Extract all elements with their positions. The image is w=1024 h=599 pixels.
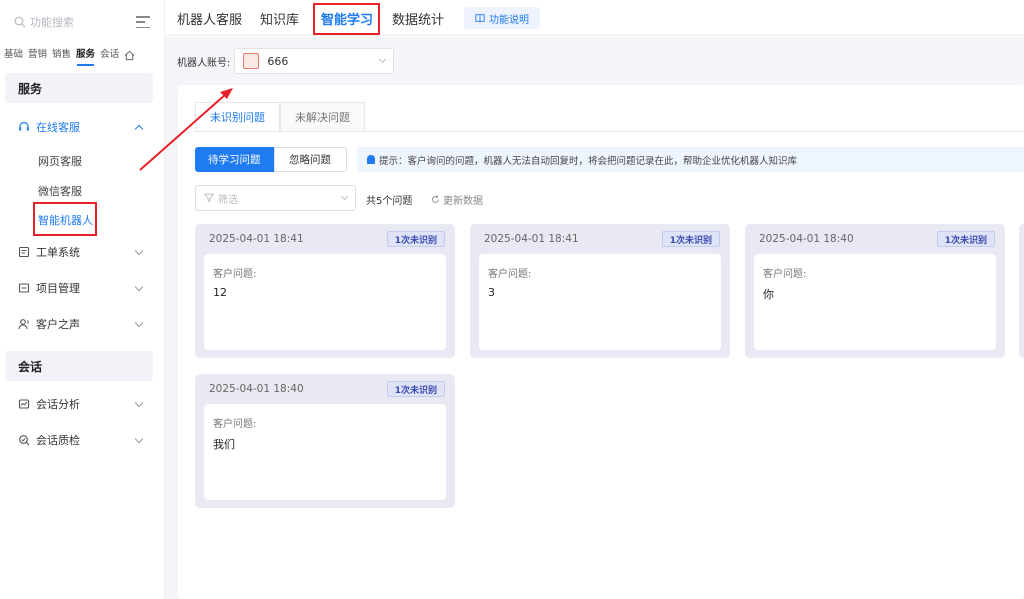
card-question-text: 我们 <box>213 438 235 451</box>
quality-check-icon <box>19 435 30 446</box>
book-icon <box>475 14 485 23</box>
question-card[interactable]: 2025-04-01 18:40 1次未识别 客户问题: 你 <box>745 224 1005 358</box>
function-search[interactable]: 功能搜索 <box>14 12 150 32</box>
unrecognized-count-badge: 1次未识别 <box>386 381 445 397</box>
session-analysis-label: 会话分析 <box>36 398 80 411</box>
card-timestamp: 2025-04-01 18:40 <box>209 383 304 395</box>
question-card[interactable]: 2025-04-01 18:40 1次未识别 客户问题: 我们 <box>195 374 455 508</box>
sidebar-item-web-service[interactable]: 网页客服 <box>38 153 82 169</box>
category-tab-basic[interactable]: 基础 <box>4 46 23 64</box>
card-question-text: 12 <box>213 286 227 299</box>
card-timestamp: 2025-04-01 18:40 <box>759 233 854 245</box>
chevron-down-icon <box>340 192 349 201</box>
robot-account-select[interactable]: 666 <box>234 48 395 74</box>
chevron-down-icon <box>134 318 144 327</box>
chevron-down-icon <box>134 398 144 407</box>
sidebar-item-session-analysis[interactable]: 会话分析 <box>18 394 148 414</box>
card-question-label: 客户问题: <box>213 269 257 280</box>
question-tabs: 未识别问题 未解决问题 <box>195 102 365 132</box>
function-description-label: 功能说明 <box>489 14 529 26</box>
category-tab-session[interactable]: 会话 <box>100 46 119 64</box>
question-card[interactable]: 2025-04-01 18:41 1次未识别 客户问题: 12 <box>195 224 455 358</box>
tab-unrecognized-questions[interactable]: 未识别问题 <box>195 102 280 132</box>
search-icon <box>14 16 26 28</box>
chevron-down-icon <box>134 282 144 291</box>
ticket-icon <box>18 246 30 258</box>
chevron-down-icon <box>134 246 144 255</box>
tip-banner: 提示：客户询问的问题，机器人无法自动回复时，将会把问题记录在此，帮助企业优化机器… <box>357 147 1024 172</box>
question-count: 共5个问题 <box>366 196 413 207</box>
card-question-label: 客户问题: <box>213 419 257 430</box>
customer-voice-label: 客户之声 <box>36 318 80 331</box>
tab-data-statistics[interactable]: 数据统计 <box>392 9 444 28</box>
analysis-icon <box>18 399 30 409</box>
sidebar-item-online-service[interactable]: 在线客服 <box>18 117 148 137</box>
tip-text: 提示：客户询问的问题，机器人无法自动回复时，将会把问题记录在此，帮助企业优化机器… <box>379 155 798 167</box>
annotation-box-smart-learning <box>313 3 380 35</box>
headset-icon <box>19 121 29 131</box>
filter-select[interactable]: 筛选 <box>195 185 356 211</box>
category-tab-sales[interactable]: 销售 <box>52 46 71 64</box>
unrecognized-count-badge: 1次未识别 <box>661 231 720 247</box>
question-card-partial <box>1019 224 1024 358</box>
session-group-header: 会话 <box>5 351 153 381</box>
card-question-text: 你 <box>763 288 774 301</box>
robot-avatar-icon <box>243 53 260 69</box>
card-timestamp: 2025-04-01 18:41 <box>484 233 579 245</box>
refresh-data-button[interactable]: 更新数据 <box>431 192 483 207</box>
card-body: 客户问题: 你 <box>754 254 996 350</box>
search-placeholder: 功能搜索 <box>30 16 74 29</box>
category-tabs: 基础 营销 销售 服务 会话 <box>4 46 135 66</box>
card-body: 客户问题: 我们 <box>204 404 446 500</box>
project-management-label: 项目管理 <box>36 282 80 295</box>
robot-account-value: 666 <box>267 54 289 68</box>
card-question-text: 3 <box>488 286 495 299</box>
status-segment: 待学习问题 忽略问题 <box>195 147 347 172</box>
sidebar-item-customer-voice[interactable]: 客户之声 <box>18 314 148 334</box>
annotation-box-smart-robot <box>33 202 97 236</box>
card-body: 客户问题: 3 <box>479 254 721 350</box>
sidebar-item-ticket-system[interactable]: 工单系统 <box>18 242 148 262</box>
unrecognized-count-badge: 1次未识别 <box>936 231 995 247</box>
ticket-system-label: 工单系统 <box>36 246 80 259</box>
sidebar: 功能搜索 基础 营销 销售 服务 会话 服务 在线客服 网页客服 微信客服 智能… <box>0 0 165 599</box>
card-timestamp: 2025-04-01 18:41 <box>209 233 304 245</box>
chevron-down-icon <box>379 55 387 64</box>
project-icon <box>18 283 30 293</box>
tab-divider <box>195 131 1024 132</box>
filter-placeholder: 筛选 <box>218 194 238 206</box>
session-qc-label: 会话质检 <box>36 434 80 447</box>
tab-unresolved-questions[interactable]: 未解决问题 <box>280 102 365 132</box>
top-nav: 机器人客服 知识库 智能学习 数据统计 功能说明 <box>165 0 1024 36</box>
refresh-icon <box>432 195 439 203</box>
function-description-button[interactable]: 功能说明 <box>464 7 540 29</box>
filter-icon <box>204 193 214 203</box>
menu-collapse-icon[interactable] <box>136 16 150 28</box>
card-question-label: 客户问题: <box>763 269 807 280</box>
category-tab-marketing[interactable]: 营销 <box>28 46 47 64</box>
card-body: 客户问题: 12 <box>204 254 446 350</box>
sidebar-item-project-management[interactable]: 项目管理 <box>18 278 148 298</box>
home-icon[interactable] <box>124 50 135 61</box>
sidebar-item-wechat-service[interactable]: 微信客服 <box>38 183 82 199</box>
sidebar-item-session-qc[interactable]: 会话质检 <box>18 430 148 450</box>
robot-account-label: 机器人账号: <box>177 57 231 69</box>
unrecognized-count-badge: 1次未识别 <box>386 231 445 247</box>
service-group-header: 服务 <box>5 73 153 103</box>
refresh-label: 更新数据 <box>443 196 483 207</box>
pending-learning-button[interactable]: 待学习问题 <box>195 147 274 172</box>
tab-robot-service[interactable]: 机器人客服 <box>177 9 242 28</box>
card-question-label: 客户问题: <box>488 269 532 280</box>
bell-icon <box>367 155 375 164</box>
tab-knowledge-base[interactable]: 知识库 <box>260 9 299 28</box>
chevron-down-icon <box>134 434 144 443</box>
category-tab-service[interactable]: 服务 <box>76 46 95 66</box>
question-card[interactable]: 2025-04-01 18:41 1次未识别 客户问题: 3 <box>470 224 730 358</box>
online-service-label: 在线客服 <box>36 121 80 134</box>
user-voice-icon <box>18 319 29 330</box>
ignored-questions-button[interactable]: 忽略问题 <box>273 147 347 172</box>
chevron-up-icon <box>134 124 144 133</box>
robot-account-row: 机器人账号: 666 <box>177 48 395 74</box>
